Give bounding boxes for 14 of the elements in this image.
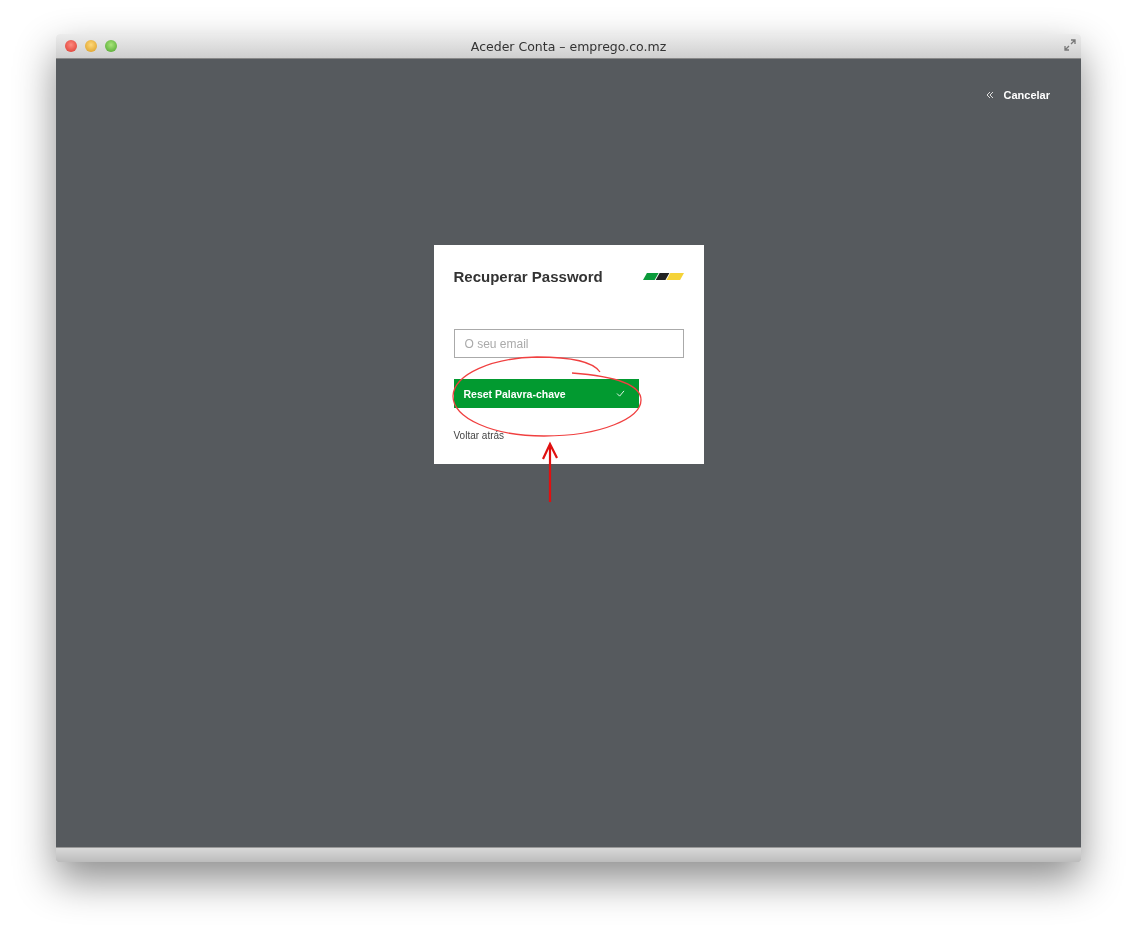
double-chevron-left-icon <box>985 91 994 99</box>
cancel-link[interactable]: Cancelar <box>1003 89 1050 101</box>
fullscreen-icon[interactable] <box>1064 39 1076 51</box>
email-field[interactable]: O seu email <box>453 329 684 358</box>
zoom-button[interactable] <box>105 40 117 52</box>
annotation-arrow <box>540 441 560 503</box>
checkmark-icon <box>615 390 625 397</box>
card-title: Recuperar Password <box>453 268 603 285</box>
back-link[interactable]: Voltar atrás <box>453 430 505 441</box>
minimize-button[interactable] <box>85 40 97 52</box>
window-title: Aceder Conta – emprego.co.mz <box>470 38 667 54</box>
stripes-logo-icon <box>642 273 684 280</box>
reset-button[interactable]: Reset Palavra-chave <box>453 379 639 408</box>
close-button[interactable] <box>65 40 77 52</box>
